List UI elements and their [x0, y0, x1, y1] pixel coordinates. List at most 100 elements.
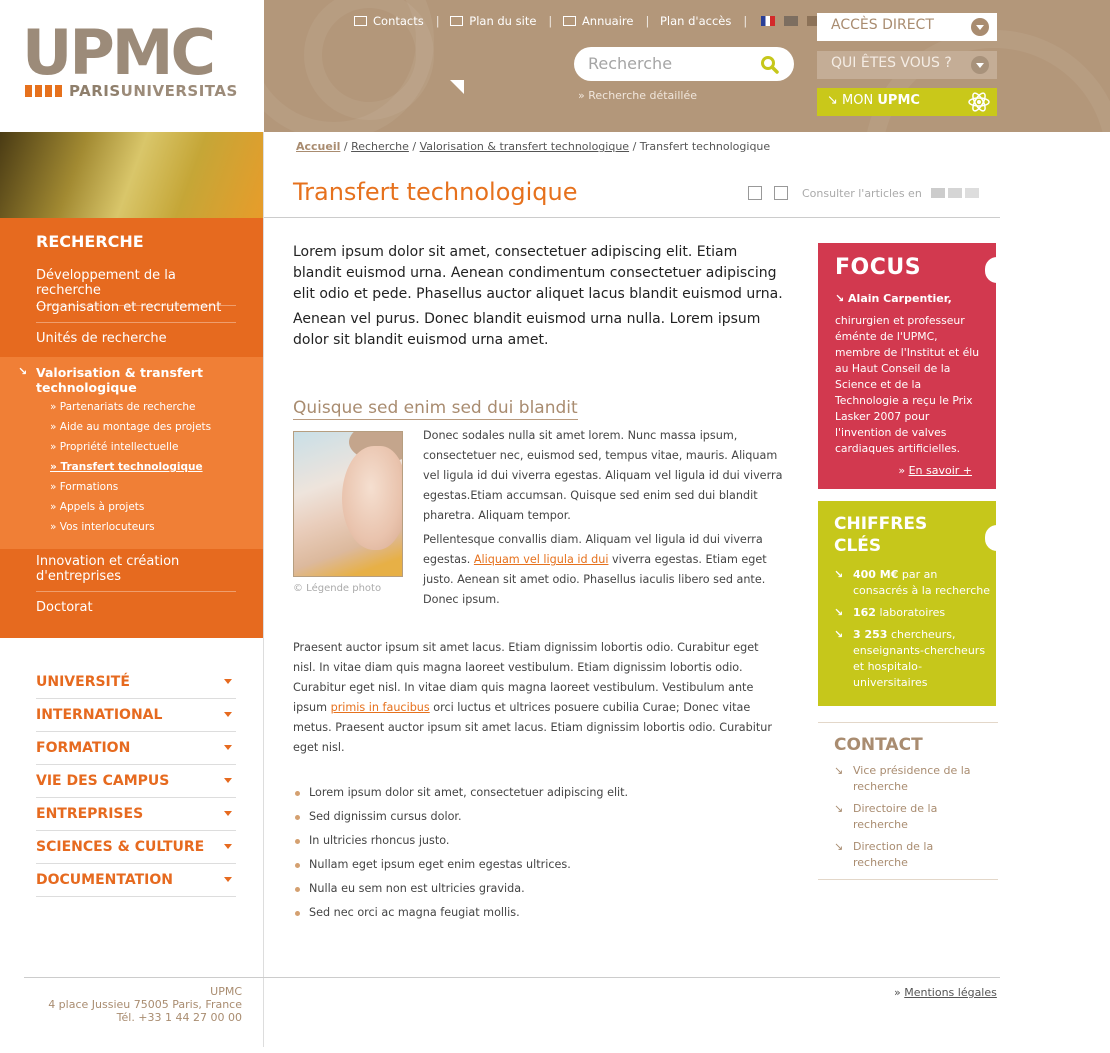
chevron-down-icon: [224, 778, 232, 783]
nav-sub-project-help[interactable]: Aide au montage des projets: [50, 421, 211, 433]
flag-fr-icon[interactable]: [760, 16, 775, 26]
nav-documentation[interactable]: DOCUMENTATION: [36, 864, 236, 897]
chevron-down-icon: [971, 18, 989, 36]
pdf-icon[interactable]: [748, 186, 762, 200]
direct-access-label: ACCÈS DIRECT: [831, 17, 934, 33]
page-title: Transfert technologique: [293, 178, 578, 206]
contact-link[interactable]: Vice présidence de la recherche: [834, 763, 983, 795]
breadcrumb-separator: /: [412, 140, 420, 153]
flag-es-icon[interactable]: [948, 188, 963, 198]
article-body: Donec sodales nulla sit amet lorem. Nunc…: [423, 426, 783, 614]
nav-label: INTERNATIONAL: [36, 707, 163, 723]
contact-link[interactable]: Direction de la recherche: [834, 839, 983, 871]
nav-sub-contacts[interactable]: Vos interlocuteurs: [50, 521, 155, 533]
advanced-search-link[interactable]: » Recherche détaillée: [578, 89, 697, 102]
search-input[interactable]: [588, 54, 758, 73]
direct-access-button[interactable]: ACCÈS DIRECT: [817, 13, 997, 41]
top-link-contacts[interactable]: Contacts: [354, 14, 430, 28]
search-bubble-tail: [450, 80, 464, 94]
nav-label: SCIENCES & CULTURE: [36, 839, 205, 855]
legal-notice-link[interactable]: Mentions légales: [904, 986, 997, 999]
atom-icon: [968, 92, 990, 112]
nav-universite[interactable]: UNIVERSITÉ: [36, 666, 236, 699]
focus-name: ↘ Alain Carpentier,: [835, 292, 952, 305]
logo[interactable]: UPMC PARISUNIVERSITAS: [0, 0, 264, 132]
focus-name-text: Alain Carpentier,: [848, 292, 952, 305]
arrow-down-right-icon: ↘: [835, 292, 849, 305]
inline-link[interactable]: Aliquam vel ligula id dui: [474, 553, 609, 566]
breadcrumb-current: Transfert technologique: [639, 140, 771, 153]
nav-sub-partnerships[interactable]: Partenariats de recherche: [50, 401, 196, 413]
flag-de-icon[interactable]: [965, 188, 980, 198]
nav-entreprises[interactable]: ENTREPRISES: [36, 798, 236, 831]
lab-photo: [0, 132, 264, 220]
main-navigation: UNIVERSITÉ INTERNATIONAL FORMATION VIE D…: [36, 666, 236, 897]
box-notch: [985, 525, 997, 551]
arrow-down-right-icon: ↘: [827, 93, 843, 108]
nav-sub-trainings[interactable]: Formations: [50, 481, 118, 493]
inline-link[interactable]: primis in faucibus: [331, 701, 430, 714]
list-item: Sed dignissim cursus dolor.: [293, 810, 783, 834]
search-box: [574, 47, 794, 81]
top-link-access-map[interactable]: Plan d'accès: [660, 14, 737, 28]
top-link-label: Contacts: [373, 14, 424, 28]
flag-en-icon[interactable]: [783, 16, 798, 26]
footer-address-line: Tél. +33 1 44 27 00 00: [116, 1011, 242, 1024]
logo-text: UPMC: [22, 16, 216, 89]
print-icon[interactable]: [774, 186, 788, 200]
my-upmc-button[interactable]: ↘ MON UPMC: [817, 88, 997, 116]
key-figures-title-line: CLÉS: [834, 536, 882, 556]
intro-paragraph: Lorem ipsum dolor sit amet, consectetuer…: [293, 244, 783, 302]
envelope-icon: [354, 16, 367, 26]
page-tools: Consulter l'articles en: [748, 186, 980, 200]
who-are-you-button[interactable]: QUI ÊTES VOUS ?: [817, 51, 997, 79]
list-item: Nulla eu sem non est ultricies gravida.: [293, 882, 783, 906]
logo-subtitle: PARISUNIVERSITAS: [25, 82, 238, 100]
nav-item-innovation[interactable]: Innovation et création d'entreprises: [36, 554, 236, 592]
nav-label: FORMATION: [36, 740, 131, 756]
chevron-down-icon: [224, 811, 232, 816]
nav-item-valorisation[interactable]: Valorisation & transfert technologique: [36, 365, 264, 395]
nav-sciences-culture[interactable]: SCIENCES & CULTURE: [36, 831, 236, 864]
flag-en-icon[interactable]: [931, 188, 946, 198]
box-notch: [985, 257, 997, 283]
top-link-sitemap[interactable]: Plan du site: [450, 14, 542, 28]
key-figures-title: CHIFFRES CLÉS: [834, 513, 927, 557]
list-item: Sed nec orci ac magna feugiat mollis.: [293, 906, 783, 930]
key-figure-text: laboratoires: [875, 606, 946, 619]
body-paragraph: Pellentesque convallis diam. Aliquam vel…: [423, 530, 783, 610]
sitemap-icon: [450, 16, 464, 26]
intro-paragraph: Aenean vel purus. Donec blandit euismod …: [293, 311, 761, 348]
contact-link[interactable]: Directoire de la recherche: [834, 801, 983, 833]
logo-sub-universitas: UNIVERSITAS: [120, 82, 238, 100]
separator: |: [743, 14, 748, 28]
nav-sub-calls[interactable]: Appels à projets: [50, 501, 145, 513]
photo-face-shape: [342, 446, 402, 550]
my-upmc-label: MON: [842, 93, 874, 108]
nav-active-group: ↘ Valorisation & transfert technologique…: [0, 357, 264, 549]
focus-title: FOCUS: [835, 255, 922, 280]
breadcrumb-valorisation[interactable]: Valorisation & transfert technologique: [420, 140, 630, 153]
arrow-down-right-icon: ↘: [18, 365, 28, 378]
breadcrumb-home[interactable]: Accueil: [296, 140, 340, 153]
breadcrumb-recherche[interactable]: Recherche: [351, 140, 409, 153]
top-link-directory[interactable]: Annuaire: [562, 14, 640, 28]
nav-sub-ip[interactable]: Propriété intellectuelle: [50, 441, 179, 453]
nav-sub-tech-transfer[interactable]: Transfert technologique: [50, 461, 202, 473]
chevron-down-icon: [224, 844, 232, 849]
nav-item-units[interactable]: Unités de recherche: [36, 331, 236, 353]
nav-formation[interactable]: FORMATION: [36, 732, 236, 765]
nav-vie-des-campus[interactable]: VIE DES CAMPUS: [36, 765, 236, 798]
top-links: Contacts | Plan du site | Annuaire | Plan d…: [354, 14, 850, 28]
photo-caption: © Légende photo: [293, 583, 382, 594]
nav-item-doctorate[interactable]: Doctorat: [36, 600, 236, 622]
breadcrumb-separator: /: [343, 140, 352, 153]
nav-item-organisation[interactable]: Organisation et recrutement: [36, 300, 236, 323]
chevron-right-icon: »: [898, 464, 909, 477]
search-icon[interactable]: [760, 55, 780, 75]
read-more-link[interactable]: En savoir +: [909, 464, 972, 477]
my-upmc-label-bold: UPMC: [877, 93, 920, 108]
separator: |: [435, 14, 440, 28]
nav-international[interactable]: INTERNATIONAL: [36, 699, 236, 732]
calendar-icon: [562, 16, 576, 26]
